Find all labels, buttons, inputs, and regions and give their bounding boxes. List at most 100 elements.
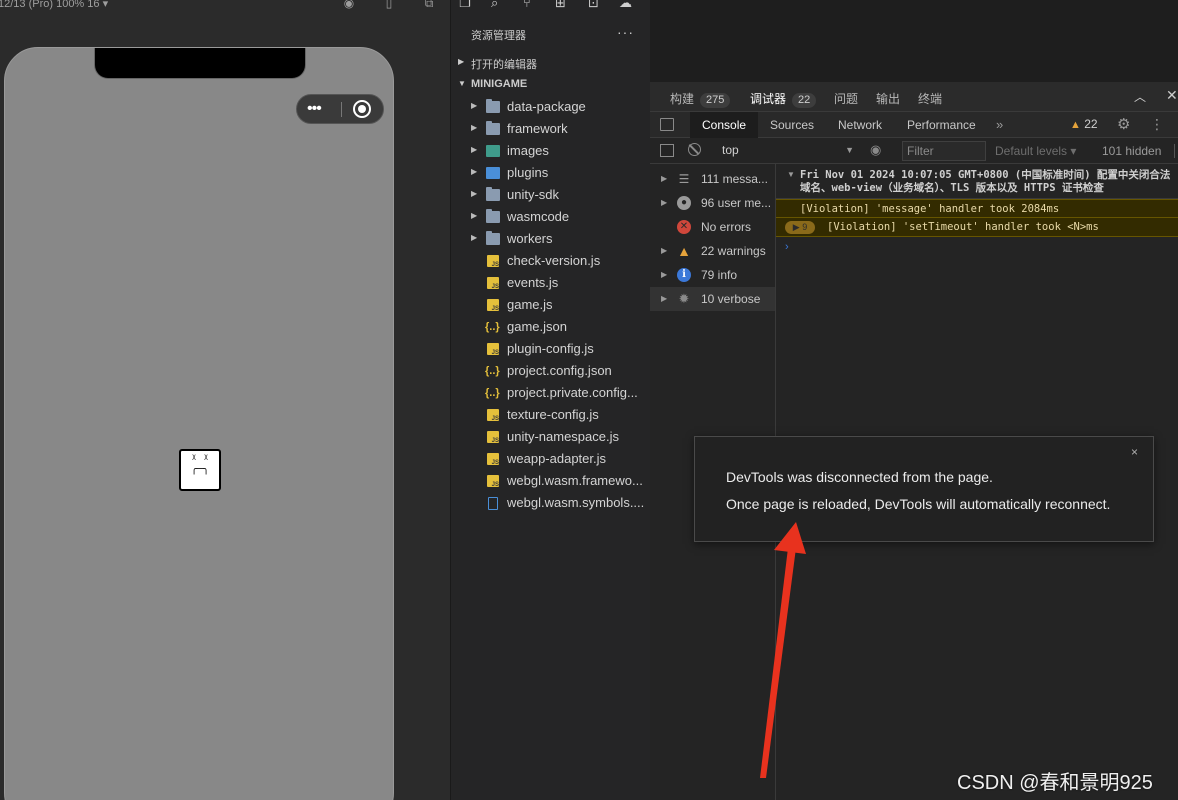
console-toolbar: top ▼ ◉ Default levels ▾ 101 hidden [650,138,1178,164]
project-section[interactable]: ▼ MINIGAME [451,75,651,95]
cloud-icon[interactable]: ☁ [619,0,632,11]
console-message[interactable]: ▼ Fri Nov 01 2024 10:07:05 GMT+0800 (中国标… [776,167,1178,199]
explorer-more-icon[interactable]: ··· [617,24,634,40]
devtools-panel-tabs: Console Sources Network Performance » ▲ … [650,112,1178,138]
context-selector[interactable]: top ▼ [714,140,854,161]
tree-file-webgl-framework[interactable]: webgl.wasm.framewo... [451,470,651,492]
info-icon: i [677,268,691,282]
open-editors-section[interactable]: ▶ 打开的编辑器 [451,53,651,73]
tree-folder-images[interactable]: ▶ images [451,140,651,162]
sidebar-item-label: 79 info [701,268,738,282]
tab-sources[interactable]: Sources [758,112,826,138]
tree-folder-wasmcode[interactable]: ▶ wasmcode [451,206,651,228]
tab-label: 终端 [918,92,943,106]
tree-file-plugin-config[interactable]: plugin-config.js [451,338,651,360]
source-control-icon[interactable]: ⑂ [523,0,531,10]
tree-file-events[interactable]: events.js [451,272,651,294]
sidebar-item-errors[interactable]: ✕ No errors [650,215,775,239]
watermark: CSDN @春和景明925 [957,772,1153,794]
message-text: [Violation] 'message' handler took 2084m… [800,203,1060,215]
tab-terminal[interactable]: 终端 [918,90,942,107]
tree-item-label: unity-sdk [507,187,560,202]
chevron-right-icon: ▶ [471,145,478,154]
simulator-panel: 12/13 (Pro) 100% 16 ▾ ◉ ▯ ⧉ ••• ᵡ ᵡ ╭─╮ [0,0,450,800]
tab-label: 输出 [876,92,901,106]
editor-area [650,0,1178,82]
tab-performance[interactable]: Performance [895,112,988,138]
live-expression-icon[interactable]: ◉ [870,142,881,158]
tree-file-weapp-adapter[interactable]: weapp-adapter.js [451,448,651,470]
context-value: top [722,143,739,157]
dialog-message: Once page is reloaded, DevTools will aut… [726,496,1111,512]
tree-item-label: plugin-config.js [507,341,594,356]
inspect-element-icon[interactable] [660,118,674,131]
tree-item-label: unity-namespace.js [507,429,619,444]
sidebar-item-warnings[interactable]: ▶ ▲ 22 warnings [650,239,775,263]
kebab-menu-icon[interactable]: ⋮ [1150,116,1164,133]
count-badge: 22 [792,93,817,108]
sidebar-item-user-messages[interactable]: ▶ ● 96 user me... [650,191,775,215]
explorer-title: 资源管理器 [471,30,526,42]
sidebar-item-messages[interactable]: ▶ ☰ 111 messa... [650,167,775,191]
hidden-count: 101 hidden [1102,144,1162,158]
capsule-divider [341,102,342,117]
tree-file-game-json[interactable]: {..} game.json [451,316,651,338]
js-file-icon [487,299,499,312]
tree-item-label: weapp-adapter.js [507,451,607,466]
explorer-icon[interactable]: ❐ [459,0,471,11]
dialog-message: DevTools was disconnected from the page. [726,469,993,485]
gear-icon[interactable]: ⚙ [1117,115,1130,133]
tree-file-unity-namespace[interactable]: unity-namespace.js [451,426,651,448]
sidebar-item-info[interactable]: ▶ i 79 info [650,263,775,287]
filter-input[interactable] [902,141,986,161]
more-tabs-icon[interactable]: » [996,117,1003,132]
tree-file-webgl-symbols[interactable]: webgl.wasm.symbols.... [451,492,651,514]
tab-debugger[interactable]: 调试器 22 [750,90,817,108]
console-warning[interactable]: [Violation] 'message' handler took 2084m… [776,199,1178,218]
close-icon[interactable]: ✕ [1166,87,1178,104]
exit-mini-program-icon[interactable] [353,100,371,118]
close-icon[interactable]: × [1131,445,1138,459]
tab-label: 调试器 [750,92,787,106]
phone-screen[interactable]: ••• ᵡ ᵡ ╭─╮ [4,47,394,800]
tree-item-label: project.private.config... [507,385,638,400]
log-levels-dropdown[interactable]: Default levels ▾ [995,144,1076,158]
tab-problems[interactable]: 问题 [834,90,858,107]
chevron-up-icon[interactable]: ︿ [1134,88,1146,105]
clear-console-icon[interactable] [688,143,701,156]
tree-file-game-js[interactable]: game.js [451,294,651,316]
console-warning[interactable]: ▶ 9 [Violation] 'setTimeout' handler too… [776,218,1178,237]
debug-icon[interactable]: ⊡ [588,0,599,11]
message-text: [Violation] 'setTimeout' handler took <N… [827,221,1099,233]
tab-console[interactable]: Console [690,112,759,138]
json-file-icon: {..} [485,387,500,399]
sidebar-toggle-icon[interactable] [660,144,674,157]
search-icon[interactable]: ⌕ [491,0,498,11]
sidebar-item-verbose[interactable]: ▶ ✹ 10 verbose [650,287,775,311]
console-prompt[interactable]: › [785,241,789,253]
tree-file-project-private-config[interactable]: {..} project.private.config... [451,382,651,404]
device-selector[interactable]: 12/13 (Pro) 100% 16 ▾ [0,0,108,10]
tree-file-project-config[interactable]: {..} project.config.json [451,360,651,382]
tree-file-check-version[interactable]: check-version.js [451,250,651,272]
tree-file-texture-config[interactable]: texture-config.js [451,404,651,426]
popout-icon[interactable]: ⧉ [422,0,436,10]
phone-icon[interactable]: ▯ [382,0,396,10]
tree-folder-framework[interactable]: ▶ framework [451,118,651,140]
chevron-right-icon: ▶ [471,123,478,132]
tree-folder-workers[interactable]: ▶ workers [451,228,651,250]
tree-item-label: workers [507,231,553,246]
record-icon[interactable]: ◉ [342,0,356,10]
js-file-icon [487,475,499,488]
tab-output[interactable]: 输出 [876,90,900,107]
warning-counter[interactable]: ▲ 22 [1070,117,1098,131]
tree-folder-plugins[interactable]: ▶ plugins [451,162,651,184]
plugin-folder-icon [486,167,500,179]
tree-folder-data-package[interactable]: ▶ data-package [451,96,651,118]
extensions-icon[interactable]: ⊞ [555,0,566,11]
more-icon[interactable]: ••• [307,101,331,117]
tab-network[interactable]: Network [826,112,894,138]
tab-build[interactable]: 构建 275 [670,90,731,108]
tree-folder-unity-sdk[interactable]: ▶ unity-sdk [451,184,651,206]
sidebar-item-label: 111 messa... [701,172,768,186]
